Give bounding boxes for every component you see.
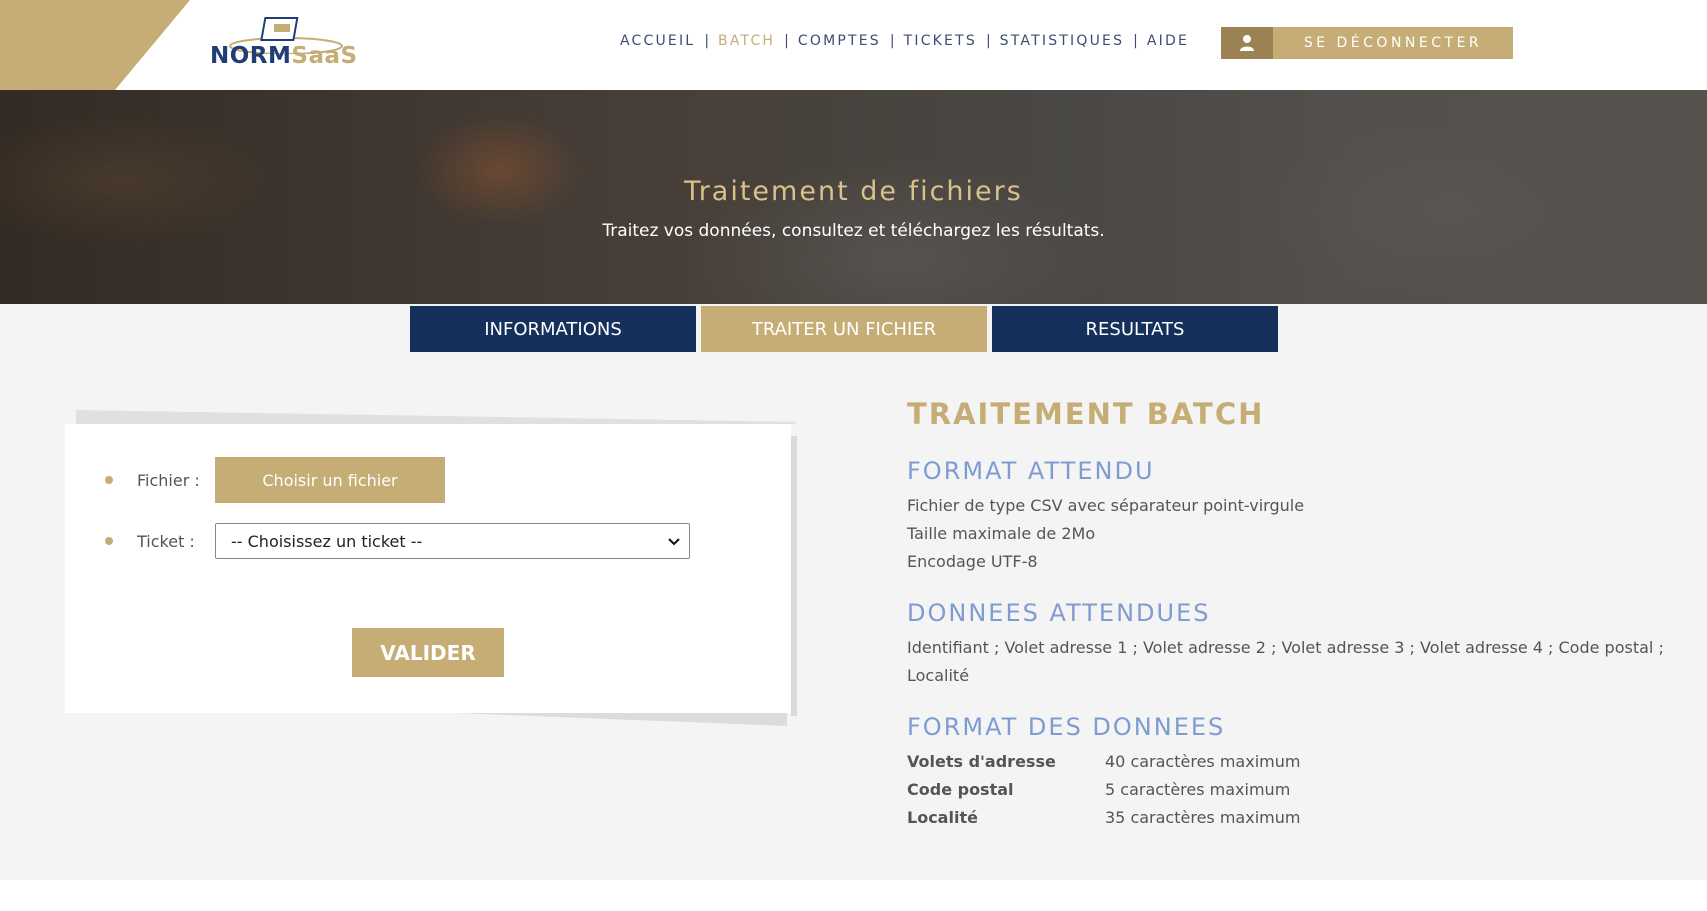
nav-separator: | — [1133, 33, 1138, 49]
info-title: TRAITEMENT BATCH — [907, 397, 1265, 431]
nav-statistiques[interactable]: STATISTIQUES — [1000, 33, 1125, 49]
nav-accueil[interactable]: ACCUEIL — [620, 33, 695, 49]
file-label: Fichier : — [137, 470, 200, 490]
spec-value: 35 caractères maximum — [1105, 808, 1301, 827]
user-icon — [1221, 27, 1273, 59]
section-tabs: INFORMATIONS TRAITER UN FICHIER RESULTAT… — [410, 306, 1278, 352]
spec-value: 40 caractères maximum — [1105, 752, 1301, 771]
logo-text-saas: SaaS — [291, 43, 358, 69]
data-fields-line: Identifiant ; Volet adresse 1 ; Volet ad… — [907, 638, 1664, 685]
header-corner-accent — [0, 0, 190, 90]
bullet-dot — [105, 537, 113, 545]
format-line: Encodage UTF-8 — [907, 552, 1038, 571]
spec-row: Localité 35 caractères maximum — [907, 804, 1687, 832]
tab-informations[interactable]: INFORMATIONS — [410, 306, 696, 352]
logo-wordmark: NORMSaaS — [210, 43, 358, 69]
logo-text-norm: NORM — [210, 43, 292, 69]
site-header: NORMSaaS ACCUEIL | BATCH | COMPTES | TIC… — [0, 0, 1707, 90]
bullet-dot — [105, 476, 113, 484]
tab-resultats[interactable]: RESULTATS — [992, 306, 1278, 352]
submit-button[interactable]: VALIDER — [352, 628, 504, 677]
main-nav: ACCUEIL | BATCH | COMPTES | TICKETS | ST… — [620, 33, 1189, 49]
format-line: Taille maximale de 2Mo — [907, 524, 1096, 543]
choose-file-button[interactable]: Choisir un fichier — [215, 457, 445, 503]
upload-form-card: Fichier : Choisir un fichier Ticket : --… — [65, 424, 791, 713]
card-shadow — [76, 410, 796, 424]
logout-label: SE DÉCONNECTER — [1303, 35, 1483, 51]
nav-comptes[interactable]: COMPTES — [798, 33, 881, 49]
data-heading: DONNEES ATTENDUES — [907, 599, 1211, 627]
spec-row: Code postal 5 caractères maximum — [907, 776, 1687, 804]
nav-tickets[interactable]: TICKETS — [904, 33, 977, 49]
hero-banner: Traitement de fichiers Traitez vos donné… — [0, 90, 1707, 304]
format-line: Fichier de type CSV avec séparateur poin… — [907, 496, 1305, 515]
card-shadow — [430, 712, 787, 726]
ticket-row: Ticket : -- Choisissez un ticket -- — [105, 523, 690, 559]
info-panel: TRAITEMENT BATCH FORMAT ATTENDU Fichier … — [907, 394, 1687, 832]
normsaas-logo[interactable]: NORMSaaS — [208, 14, 408, 76]
chevron-down-icon — [668, 538, 680, 546]
file-row: Fichier : Choisir un fichier — [105, 457, 445, 503]
hero-subtitle: Traitez vos données, consultez et téléch… — [602, 221, 1105, 241]
nav-separator: | — [704, 33, 710, 49]
nav-batch[interactable]: BATCH — [718, 33, 775, 49]
nav-separator: | — [985, 33, 991, 49]
spec-heading: FORMAT DES DONNEES — [907, 713, 1226, 741]
ticket-select-value: -- Choisissez un ticket -- — [231, 531, 423, 551]
ticket-select[interactable]: -- Choisissez un ticket -- — [215, 523, 690, 559]
spec-value: 5 caractères maximum — [1105, 780, 1291, 799]
format-heading: FORMAT ATTENDU — [907, 457, 1155, 485]
nav-aide[interactable]: AIDE — [1147, 33, 1189, 49]
nav-separator: | — [889, 33, 895, 49]
logout-button[interactable]: SE DÉCONNECTER — [1221, 27, 1513, 59]
spec-key: Code postal — [907, 780, 1014, 799]
ticket-label: Ticket : — [137, 531, 195, 551]
spec-key: Volets d'adresse — [907, 752, 1056, 771]
nav-separator: | — [784, 33, 789, 49]
tab-traiter-un-fichier[interactable]: TRAITER UN FICHIER — [701, 306, 987, 352]
spec-key: Localité — [907, 808, 978, 827]
spec-row: Volets d'adresse 40 caractères maximum — [907, 748, 1687, 776]
page-footer — [0, 880, 1707, 911]
card-shadow — [791, 436, 797, 716]
hero-title: Traitement de fichiers — [684, 176, 1023, 207]
